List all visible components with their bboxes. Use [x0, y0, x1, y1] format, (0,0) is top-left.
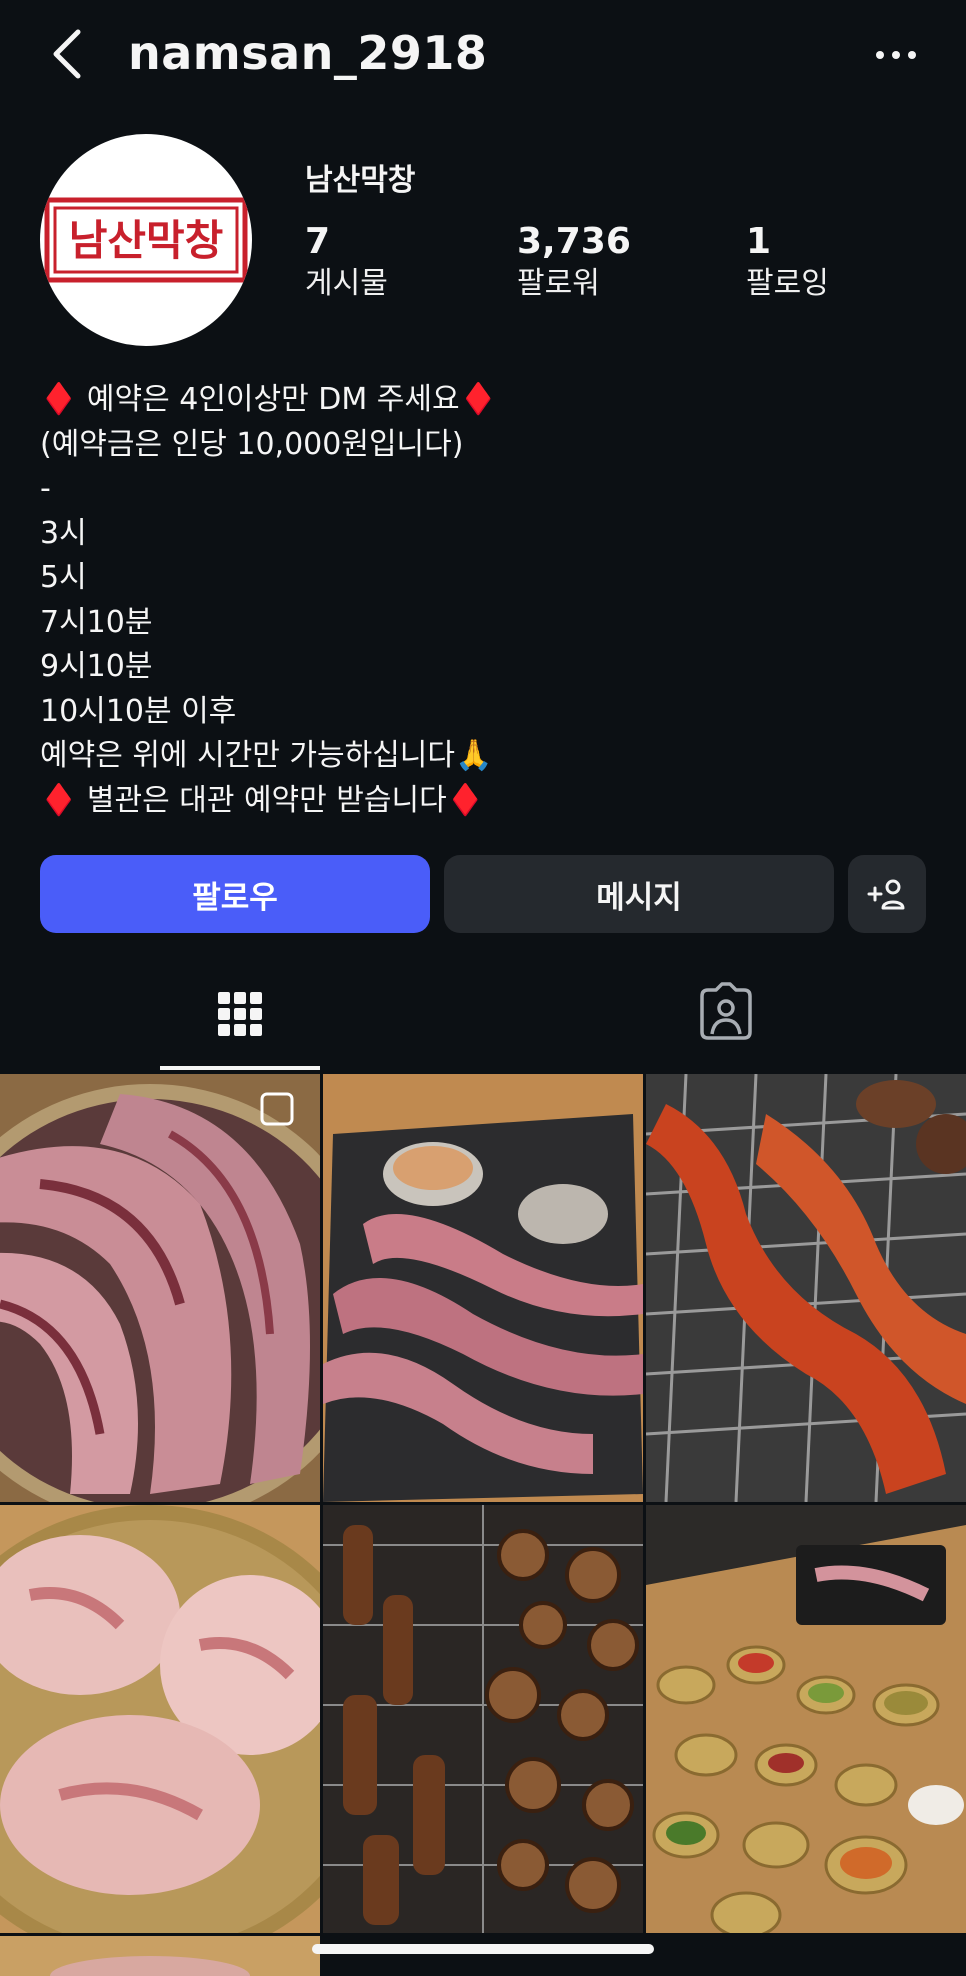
posts-grid	[0, 1074, 966, 1976]
post-tile-3[interactable]	[646, 1074, 966, 1502]
back-button[interactable]	[40, 22, 96, 86]
follow-button[interactable]: 팔로우	[40, 855, 430, 933]
active-tab-indicator	[160, 1066, 320, 1070]
following-count-label: 팔로잉	[746, 266, 829, 301]
chevron-left-icon	[53, 29, 81, 79]
posts-count-value: 7	[305, 221, 331, 262]
partial-post-image	[0, 1936, 320, 1976]
add-person-icon	[867, 879, 905, 910]
home-indicator[interactable]	[312, 1944, 654, 1954]
logo-text: 남산막창	[69, 216, 224, 265]
profile-username: namsan_2918	[128, 26, 488, 80]
pork-slices-image	[0, 1505, 320, 1933]
following-count[interactable]: 1 팔로잉	[746, 220, 829, 304]
post-tile-4[interactable]	[0, 1505, 320, 1933]
table-spread-image	[646, 1505, 966, 1933]
followers-count-label: 팔로워	[517, 266, 600, 301]
spicy-makchang-image	[646, 1074, 966, 1502]
following-count-value: 1	[746, 221, 772, 262]
more-options-button[interactable]	[868, 30, 928, 80]
post-tile-empty-2	[646, 1936, 966, 1976]
post-tile-empty-1	[323, 1936, 643, 1976]
post-tile-7[interactable]	[0, 1936, 320, 1976]
grilled-intestines-image	[323, 1505, 643, 1933]
post-tile-5[interactable]	[323, 1505, 643, 1933]
profile-avatar[interactable]: 남산막창	[40, 134, 252, 346]
tab-tagged[interactable]	[646, 960, 806, 1072]
suggest-users-button[interactable]	[848, 855, 926, 933]
display-name: 남산막창	[305, 163, 416, 198]
profile-bio: ♦️ 예약은 4인이상만 DM 주세요♦️ (예약금은 인당 10,000원입니…	[40, 382, 497, 818]
top-bar: namsan_2918	[0, 0, 966, 110]
post-tile-6[interactable]	[646, 1505, 966, 1933]
posts-count-label: 게시물	[305, 266, 388, 301]
grid-icon	[218, 992, 262, 1036]
message-button[interactable]: 메시지	[444, 855, 834, 933]
tagged-person-icon	[700, 982, 752, 1040]
tab-posts-grid[interactable]	[160, 960, 320, 1072]
followers-count[interactable]: 3,736 팔로워	[517, 220, 631, 304]
post-tile-2[interactable]	[323, 1074, 643, 1502]
restaurant-logo: 남산막창	[44, 197, 248, 283]
raw-marbled-meat-image	[0, 1074, 320, 1502]
followers-count-value: 3,736	[517, 221, 631, 262]
post-tile-1[interactable]	[0, 1074, 320, 1502]
meat-on-grill-image	[323, 1074, 643, 1502]
more-dots-icon	[876, 51, 916, 59]
posts-count[interactable]: 7 게시물	[305, 220, 388, 304]
